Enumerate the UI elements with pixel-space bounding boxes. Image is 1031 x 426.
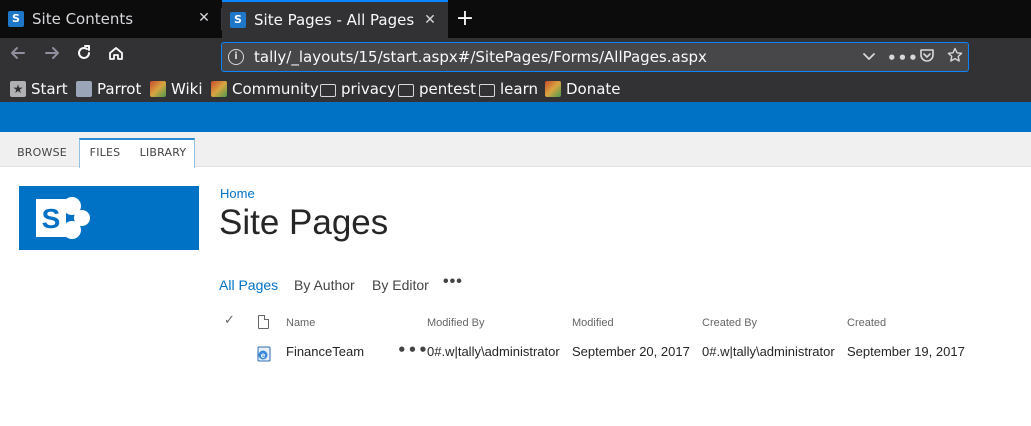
document-type-icon — [258, 315, 269, 329]
url-text[interactable]: tally/_layouts/15/start.aspx#/SitePages/… — [254, 48, 707, 66]
star-icon: ★ — [10, 81, 26, 97]
bookmarks-bar: ★ Start Parrot Wiki Community privacy pe… — [0, 76, 1031, 102]
row-name-link[interactable]: FinanceTeam — [286, 344, 364, 359]
sharepoint-icon: S — [8, 11, 24, 27]
sharepoint-logo-icon: S — [36, 197, 90, 239]
pocket-icon[interactable] — [916, 47, 938, 69]
reload-icon[interactable] — [70, 43, 98, 71]
row-created: September 19, 2017 — [847, 344, 965, 359]
folder-icon — [320, 83, 336, 97]
bookmark-learn[interactable]: learn — [479, 79, 538, 99]
tab-browse[interactable]: BROWSE — [10, 139, 74, 167]
bookmark-privacy[interactable]: privacy — [320, 79, 396, 99]
bookmark-label: Donate — [566, 80, 621, 98]
view-all-pages[interactable]: All Pages — [219, 277, 278, 293]
tab-files[interactable]: FILES — [80, 139, 130, 167]
row-created-by[interactable]: 0#.w|tally\administrator — [702, 344, 835, 359]
row-modified-by[interactable]: 0#.w|tally\administrator — [427, 344, 560, 359]
bookmark-label: learn — [500, 80, 538, 98]
parrot-icon — [76, 81, 92, 97]
bookmark-start[interactable]: ★ Start — [10, 79, 68, 99]
folder-icon — [398, 83, 414, 97]
back-arrow-icon[interactable] — [4, 43, 32, 71]
column-header-created-by[interactable]: Created By — [702, 317, 757, 329]
browser-tab-site-contents[interactable]: S Site Contents ✕ — [0, 0, 222, 38]
tab-label: Site Pages - All Pages — [254, 11, 415, 29]
browser-tab-bar: S Site Contents ✕ S Site Pages - All Pag… — [0, 0, 1031, 38]
donate-icon — [545, 81, 561, 97]
dropdown-chevron-icon[interactable] — [858, 47, 880, 69]
aspx-page-icon: e — [256, 346, 272, 362]
sharepoint-icon: S — [230, 12, 246, 28]
new-tab-button[interactable]: + — [452, 6, 478, 32]
bookmark-parrot[interactable]: Parrot — [76, 79, 141, 99]
view-by-author[interactable]: By Author — [294, 277, 355, 293]
select-all-checkmark-icon[interactable]: ✓ — [224, 313, 235, 328]
tab-label: Site Contents — [32, 10, 134, 28]
ribbon: BROWSE FILES LIBRARY — [0, 132, 1031, 168]
bookmark-label: Community — [232, 80, 319, 98]
view-by-editor[interactable]: By Editor — [372, 277, 429, 293]
bookmark-label: pentest — [419, 80, 477, 98]
forward-arrow-icon[interactable] — [38, 43, 66, 71]
column-header-modified-by[interactable]: Modified By — [427, 317, 484, 329]
home-icon[interactable] — [102, 43, 130, 71]
more-actions-icon[interactable]: ••• — [887, 47, 918, 69]
bookmark-pentest[interactable]: pentest — [398, 79, 476, 99]
svg-text:S: S — [42, 203, 61, 234]
bookmark-star-icon[interactable] — [944, 47, 966, 69]
bookmark-label: Start — [31, 80, 68, 98]
more-views-button[interactable]: ••• — [443, 273, 463, 291]
browser-tab-site-pages[interactable]: S Site Pages - All Pages ✕ — [222, 0, 448, 38]
column-header-modified[interactable]: Modified — [572, 317, 614, 329]
wiki-icon — [150, 81, 166, 97]
row-more-button[interactable]: ••• — [397, 341, 429, 359]
breadcrumb-home-link[interactable]: Home — [220, 186, 255, 201]
bookmark-label: privacy — [341, 80, 397, 98]
bookmark-label: Wiki — [171, 80, 203, 98]
site-logo[interactable]: S — [19, 186, 199, 250]
tab-library[interactable]: LIBRARY — [132, 139, 194, 167]
bookmark-donate[interactable]: Donate — [545, 79, 621, 99]
address-bar[interactable]: i tally/_layouts/15/start.aspx#/SitePage… — [221, 42, 969, 72]
bookmark-wiki[interactable]: Wiki — [150, 79, 203, 99]
column-header-name[interactable]: Name — [286, 317, 315, 329]
svg-text:e: e — [261, 351, 266, 360]
bookmark-community[interactable]: Community — [211, 79, 319, 99]
close-icon[interactable]: ✕ — [196, 10, 212, 26]
folder-icon — [479, 83, 495, 97]
bookmark-label: Parrot — [97, 80, 142, 98]
row-modified: September 20, 2017 — [572, 344, 690, 359]
page-title: Site Pages — [219, 203, 389, 242]
suite-bar — [0, 102, 1031, 132]
close-icon[interactable]: ✕ — [422, 12, 438, 28]
community-icon — [211, 81, 227, 97]
info-icon[interactable]: i — [228, 49, 244, 65]
column-header-created[interactable]: Created — [847, 317, 886, 329]
